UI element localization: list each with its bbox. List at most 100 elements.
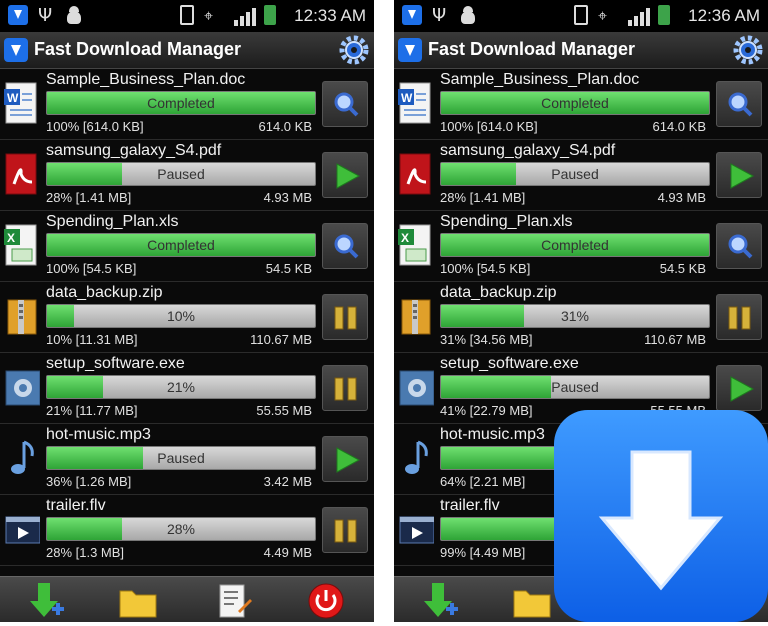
file-size: 4.49 MB — [263, 545, 312, 560]
gear-icon[interactable] — [338, 34, 370, 66]
progress-bar: Paused — [46, 446, 316, 470]
file-size: 614.0 KB — [258, 119, 313, 134]
progress-bar: 28% — [46, 517, 316, 541]
progress-label: Paused — [157, 166, 205, 182]
usb-icon: Ψ — [432, 5, 447, 26]
status-bar: Ψ ⌖ 12:33 AM — [0, 0, 374, 32]
downloaded-amount: 100% [54.5 KB] — [440, 261, 531, 276]
play-button[interactable] — [716, 152, 762, 198]
status-time: 12:36 AM — [688, 6, 760, 25]
progress-label: Paused — [551, 379, 599, 395]
phone-icon — [574, 5, 588, 25]
download-row[interactable]: hot-music.mp3 Paused 36% [1.26 MB] 3.42 MB — [0, 424, 374, 495]
bottom-toolbar — [0, 576, 374, 622]
file-size: 55.55 MB — [256, 403, 312, 418]
view-button[interactable] — [716, 81, 762, 127]
svg-text:X: X — [7, 231, 15, 245]
pause-button[interactable] — [322, 365, 368, 411]
battery-icon — [264, 5, 276, 25]
downloaded-amount: 31% [34.56 MB] — [440, 332, 533, 347]
doc-file-icon: W — [4, 81, 40, 125]
file-name: setup_software.exe — [440, 355, 579, 372]
view-button[interactable] — [322, 81, 368, 127]
file-name: trailer.flv — [46, 497, 106, 514]
file-name: setup_software.exe — [46, 355, 185, 372]
svg-text:X: X — [401, 231, 409, 245]
pause-button[interactable] — [716, 294, 762, 340]
progress-bar: Completed — [46, 91, 316, 115]
debug-icon — [458, 5, 478, 27]
app-title: Fast Download Manager — [428, 39, 636, 59]
pause-button[interactable] — [322, 507, 368, 553]
download-row[interactable]: data_backup.zip 10% 10% [11.31 MB] 110.67 M… — [0, 282, 374, 353]
file-name: Sample_Business_Plan.doc — [440, 71, 640, 88]
downloaded-amount: 41% [22.79 MB] — [440, 403, 533, 418]
pause-button[interactable] — [322, 294, 368, 340]
file-name: hot-music.mp3 — [440, 426, 545, 443]
download-row[interactable]: samsung_galaxy_S4.pdf Paused 28% [1.41 MB]… — [394, 140, 768, 211]
download-row[interactable]: W Sample_Business_Plan.doc Completed 100% [… — [394, 69, 768, 140]
file-size: 110.67 MB — [250, 332, 312, 347]
progress-bar: Paused — [46, 162, 316, 186]
play-button[interactable] — [322, 152, 368, 198]
download-row[interactable]: W Sample_Business_Plan.doc Completed 100% [… — [0, 69, 374, 140]
progress-label: Completed — [541, 95, 609, 111]
status-time: 12:33 AM — [294, 6, 366, 25]
xls-file-icon: X — [4, 223, 40, 267]
wifi-icon: ⌖ — [598, 6, 608, 25]
battery-icon — [658, 5, 670, 25]
file-name: Sample_Business_Plan.doc — [46, 71, 246, 88]
downloaded-amount: 100% [614.0 KB] — [440, 119, 538, 134]
file-name: data_backup.zip — [440, 284, 557, 301]
title-bar: Fast Download Manager — [0, 32, 374, 69]
debug-icon — [64, 5, 84, 27]
power-icon[interactable] — [306, 581, 346, 621]
download-row[interactable]: trailer.flv 28% 28% [1.3 MB] 4.49 MB — [0, 495, 374, 566]
progress-bar: 10% — [46, 304, 316, 328]
download-row[interactable]: samsung_galaxy_S4.pdf Paused 28% [1.41 MB]… — [0, 140, 374, 211]
progress-label: Paused — [551, 166, 599, 182]
progress-bar: Paused — [440, 375, 710, 399]
view-button[interactable] — [716, 223, 762, 269]
wifi-icon: ⌖ — [204, 6, 214, 25]
play-button[interactable] — [322, 436, 368, 482]
progress-label: 10% — [166, 308, 196, 324]
add-download-icon[interactable] — [420, 581, 460, 621]
file-name: data_backup.zip — [46, 284, 163, 301]
downloaded-amount: 64% [2.21 MB] — [440, 474, 526, 489]
add-download-icon[interactable] — [26, 581, 66, 621]
downloaded-amount: 100% [614.0 KB] — [46, 119, 144, 134]
video-file-icon — [4, 507, 41, 551]
settings-list-icon[interactable] — [214, 581, 254, 621]
download-row[interactable]: data_backup.zip 31% 31% [34.56 MB] 110.67 M… — [394, 282, 768, 353]
play-button[interactable] — [716, 365, 762, 411]
progress-bar: Completed — [440, 91, 710, 115]
folder-icon[interactable] — [512, 581, 552, 621]
file-size: 110.67 MB — [644, 332, 706, 347]
download-row[interactable]: setup_software.exe 21% 21% [11.77 MB] 55.55… — [0, 353, 374, 424]
music-file-icon — [398, 436, 434, 480]
folder-icon[interactable] — [118, 581, 158, 621]
video-file-icon — [398, 507, 435, 551]
file-size: 54.5 KB — [659, 261, 706, 276]
download-row[interactable]: X Spending_Plan.xls Completed 100% [54.5 KB… — [0, 211, 374, 282]
signal-icon — [234, 5, 260, 27]
doc-file-icon: W — [398, 81, 434, 125]
download-notification-icon — [402, 5, 422, 25]
downloaded-amount: 100% [54.5 KB] — [46, 261, 137, 276]
zip-file-icon — [398, 294, 434, 338]
downloaded-amount: 99% [4.49 MB] — [440, 545, 526, 560]
download-row[interactable]: X Spending_Plan.xls Completed 100% [54.5 KB… — [394, 211, 768, 282]
svg-text:W: W — [401, 91, 413, 105]
file-name: hot-music.mp3 — [46, 426, 151, 443]
file-size: 4.93 MB — [657, 190, 706, 205]
progress-label: Completed — [541, 237, 609, 253]
view-button[interactable] — [322, 223, 368, 269]
usb-icon: Ψ — [38, 5, 53, 26]
downloaded-amount: 10% [11.31 MB] — [46, 332, 138, 347]
gear-icon[interactable] — [732, 34, 764, 66]
music-file-icon — [4, 436, 40, 480]
progress-bar: Paused — [440, 162, 710, 186]
progress-label: 31% — [560, 308, 590, 324]
file-size: 614.0 KB — [652, 119, 707, 134]
